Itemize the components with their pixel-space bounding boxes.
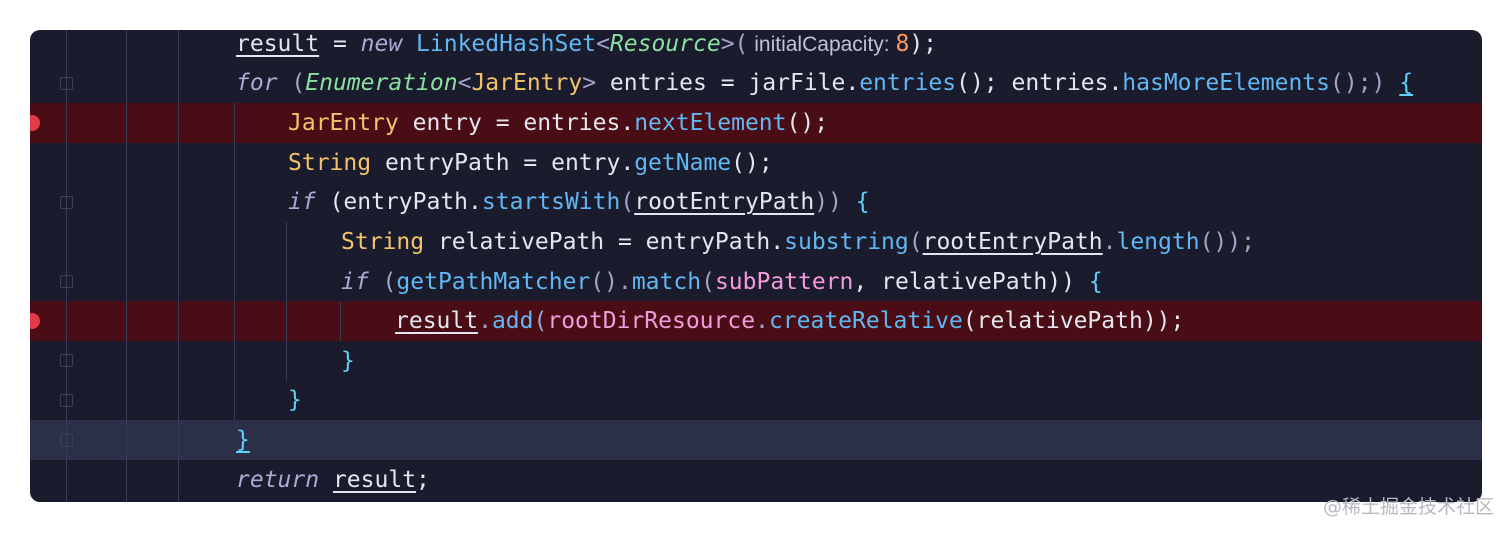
method-name: nextElement	[634, 110, 787, 136]
operator: =	[319, 31, 361, 57]
class-name: LinkedHashSet	[416, 31, 597, 57]
method-name: startsWith	[481, 189, 621, 215]
punctuation: ();	[786, 110, 829, 136]
field-name: rootDirResource	[547, 308, 756, 334]
code-text: , relativePath))	[853, 269, 1089, 295]
brace: {	[1088, 269, 1103, 295]
method-name: length	[1116, 229, 1200, 255]
generic-open: <	[457, 70, 472, 96]
method-name: createRelative	[768, 308, 963, 334]
brace: }	[236, 427, 250, 453]
code-line-4[interactable]: String entryPath = entry.getName();	[288, 143, 773, 183]
code-line-8[interactable]: result.add(rootDirResource.createRelativ…	[395, 301, 1184, 341]
code-text: entry = entries.	[398, 110, 635, 136]
punctuation: ());	[1199, 229, 1255, 255]
paren: (	[277, 70, 306, 96]
indent-guide	[340, 301, 341, 341]
fold-icon[interactable]	[60, 394, 73, 407]
code-line-2[interactable]: for (Enumeration<JarEntry> entries = jar…	[236, 63, 1413, 103]
brace: {	[855, 189, 870, 215]
code-line-6[interactable]: String relativePath = entryPath.substrin…	[341, 222, 1255, 262]
brace: {	[1399, 70, 1414, 96]
brace: }	[288, 387, 302, 413]
keyword: for	[236, 70, 278, 96]
fold-icon[interactable]	[60, 354, 73, 367]
punctuation: .	[755, 308, 769, 334]
method-name: getPathMatcher	[396, 269, 591, 295]
punctuation: ();	[731, 150, 773, 176]
code-text: entries = jarFile.	[596, 70, 860, 96]
fold-icon[interactable]	[60, 77, 73, 90]
paren: (	[368, 269, 397, 295]
type: JarEntry	[471, 70, 583, 96]
gutter-guide	[66, 30, 67, 502]
generic-close: >(	[720, 31, 749, 57]
paren: (	[620, 189, 635, 215]
code-text: (entryPath.	[315, 189, 482, 215]
generic-close: >	[582, 70, 597, 96]
punctuation: ();)	[1330, 70, 1400, 96]
code-line-7[interactable]: if (getPathMatcher().match(subPattern, r…	[341, 262, 1103, 302]
fold-icon[interactable]	[60, 434, 73, 447]
method-name: hasMoreElements	[1122, 70, 1331, 96]
keyword: new	[360, 31, 403, 57]
paren: (	[908, 229, 923, 255]
indent-guide	[286, 222, 287, 381]
method-name: substring	[784, 229, 909, 255]
method-name: match	[631, 269, 702, 295]
keyword: if	[341, 269, 369, 295]
code-text: (relativePath));	[962, 308, 1185, 334]
code-line-9[interactable]: }	[341, 341, 355, 381]
variable: result	[332, 467, 417, 493]
variable: result	[395, 308, 479, 334]
type: JarEntry	[288, 110, 399, 136]
variable: rootEntryPath	[922, 229, 1103, 255]
brace: }	[341, 348, 355, 374]
code-editor: result = new LinkedHashSet<Resource>( in…	[30, 30, 1482, 502]
punctuation: ().	[590, 269, 632, 295]
generic-open: <	[596, 31, 610, 57]
code-line-1[interactable]: result = new LinkedHashSet<Resource>( in…	[236, 30, 937, 64]
type: String	[288, 150, 372, 176]
variable: result	[236, 31, 320, 57]
code-text: relativePath = entryPath.	[424, 229, 785, 255]
field-name: subPattern	[714, 269, 854, 295]
code-text: (); entries.	[956, 70, 1123, 96]
punctuation: );	[909, 31, 938, 57]
punctuation: .	[478, 308, 492, 334]
indent-guide	[178, 30, 179, 502]
punctuation: ))	[814, 189, 856, 215]
indent-guide	[126, 30, 127, 502]
code-line-11[interactable]: }	[236, 420, 250, 460]
code-line-12[interactable]: return result;	[236, 460, 430, 500]
paren: (	[701, 269, 715, 295]
watermark: @稀土掘金技术社区	[1322, 496, 1494, 518]
parameter-hint: initialCapacity:	[748, 33, 896, 56]
variable: rootEntryPath	[634, 189, 815, 215]
code-line-10[interactable]: }	[288, 380, 302, 420]
fold-icon[interactable]	[60, 275, 73, 288]
punctuation: ;	[416, 467, 430, 493]
code-line-5[interactable]: if (entryPath.startsWith(rootEntryPath))…	[288, 182, 870, 222]
method-name: entries	[859, 70, 957, 96]
method-name: getName	[634, 150, 732, 176]
indent-guide	[234, 103, 235, 420]
code-line-3[interactable]: JarEntry entry = entries.nextElement();	[288, 103, 828, 143]
paren: (	[533, 308, 548, 334]
number-literal: 8	[895, 31, 910, 57]
type: Enumeration	[305, 70, 458, 96]
keyword: return	[236, 467, 320, 493]
type: String	[341, 229, 425, 255]
keyword: if	[288, 189, 316, 215]
generic-type: Resource	[609, 31, 721, 57]
fold-icon[interactable]	[60, 196, 73, 209]
method-name: add	[491, 308, 534, 334]
code-text: entryPath = entry.	[371, 150, 635, 176]
punctuation: .	[1102, 229, 1117, 255]
